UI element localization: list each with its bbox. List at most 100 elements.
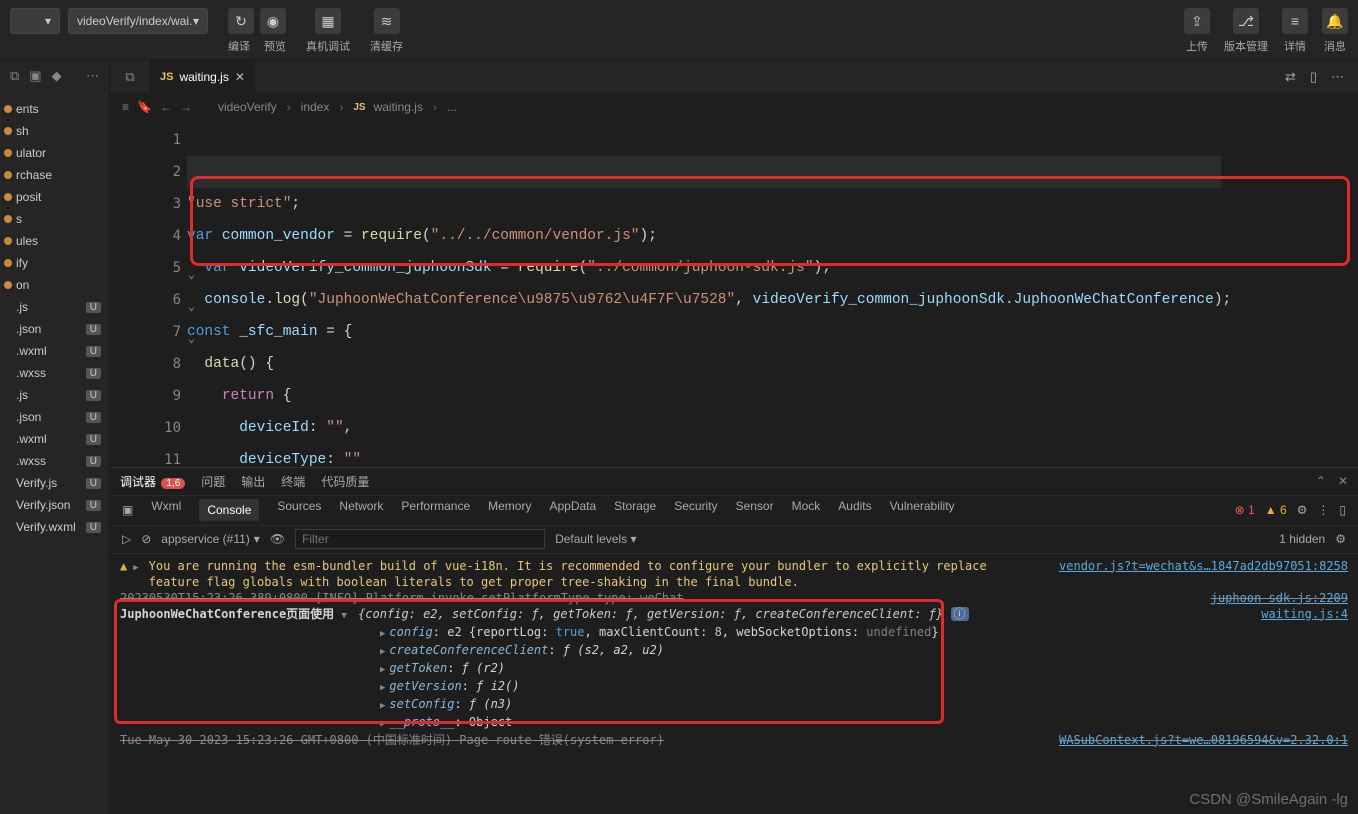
expand-icon[interactable]	[380, 661, 389, 675]
console-message: You are running the esm-bundler build of…	[149, 558, 1029, 590]
devtools-tab-performance[interactable]: Performance	[401, 499, 470, 521]
dock-icon[interactable]: ▯	[1339, 503, 1346, 517]
devtools-tab-security[interactable]: Security	[674, 499, 717, 521]
expand-icon[interactable]	[341, 607, 350, 621]
error-count[interactable]: ⊗ 1	[1235, 503, 1255, 517]
panel-close-icon[interactable]: ✕	[1338, 474, 1348, 488]
breadcrumb-item[interactable]: waiting.js	[374, 100, 423, 114]
detail-button[interactable]: ≡	[1282, 8, 1308, 34]
explorer-item[interactable]: .wxssU	[0, 450, 109, 472]
devtools-tab-storage[interactable]: Storage	[614, 499, 656, 521]
editor-tab-waiting[interactable]: JS waiting.js ✕	[150, 60, 255, 93]
explorer-item[interactable]: sh	[0, 120, 109, 142]
page-selector[interactable]: videoVerify/index/wai...▾	[68, 8, 208, 34]
source-link[interactable]: juphoon-sdk.js:2209	[1211, 590, 1348, 606]
devtools-tab-memory[interactable]: Memory	[488, 499, 531, 521]
devtools-inspect-icon[interactable]: ▣	[122, 503, 133, 517]
panel-tab-problems[interactable]: 问题	[201, 473, 225, 490]
devtools-tab-appdata[interactable]: AppData	[549, 499, 596, 521]
explorer-item[interactable]: ules	[0, 230, 109, 252]
console-output[interactable]: ▲ You are running the esm-bundler build …	[110, 554, 1358, 814]
more-icon[interactable]: ⋯	[1331, 69, 1344, 85]
message-button[interactable]: 🔔	[1322, 8, 1348, 34]
code-editor[interactable]: "use strict"; var common_vendor = requir…	[187, 120, 1231, 467]
devtools-tab-mock[interactable]: Mock	[792, 499, 821, 521]
bookmark-icon[interactable]: 🔖	[137, 100, 152, 114]
expand-icon[interactable]	[380, 643, 389, 657]
version-button[interactable]: ⎇	[1233, 8, 1259, 34]
explorer-item[interactable]: posit	[0, 186, 109, 208]
panel-tab-debugger[interactable]: 调试器 1,6	[120, 473, 185, 490]
explorer-item[interactable]: .wxmlU	[0, 340, 109, 362]
explorer-item[interactable]: .jsU	[0, 296, 109, 318]
preview-button[interactable]: ◉	[260, 8, 286, 34]
explorer-item[interactable]: Verify.jsU	[0, 472, 109, 494]
explorer-item[interactable]: .wxssU	[0, 362, 109, 384]
expand-icon[interactable]	[380, 625, 389, 639]
devtools-tab-sensor[interactable]: Sensor	[736, 499, 774, 521]
js-file-icon: JS	[160, 71, 173, 83]
explorer-item[interactable]: .jsU	[0, 384, 109, 406]
panel-collapse-icon[interactable]: ⌃	[1316, 474, 1326, 488]
devtools-tab-network[interactable]: Network	[339, 499, 383, 521]
source-link[interactable]: vendor.js?t=wechat&s…1847ad2db97051:8258	[1059, 558, 1348, 590]
breadcrumb: ≡ 🔖 ← → videoVerify index JS waiting.js …	[110, 94, 1358, 120]
eye-icon[interactable]: 👁	[270, 532, 285, 546]
compile-button[interactable]: ↻	[228, 8, 254, 34]
expand-icon[interactable]	[133, 558, 142, 590]
panel-tab-quality[interactable]: 代码质量	[321, 473, 369, 490]
devtools-tab-console[interactable]: Console	[199, 499, 259, 521]
context-selector[interactable]: appservice (#11) ▾	[161, 532, 260, 546]
warn-icon: ▲	[120, 558, 127, 590]
expand-icon[interactable]	[380, 697, 389, 711]
devtools-tab-vulnerability[interactable]: Vulnerability	[890, 499, 955, 521]
tab-gutter-icon[interactable]: ⧉	[110, 60, 150, 93]
more-icon[interactable]: ⋮	[1317, 503, 1329, 517]
filter-input[interactable]	[295, 529, 545, 549]
explorer-item[interactable]: ents	[0, 98, 109, 120]
close-tab-icon[interactable]: ✕	[235, 70, 245, 84]
remote-debug-button[interactable]: ▦	[315, 8, 341, 34]
panel-tab-output[interactable]: 输出	[241, 473, 265, 490]
explorer-item[interactable]: Verify.jsonU	[0, 494, 109, 516]
explorer-item[interactable]: rchase	[0, 164, 109, 186]
explorer-item[interactable]: .wxmlU	[0, 428, 109, 450]
platform-selector[interactable]: ▾	[10, 8, 60, 34]
breadcrumb-item[interactable]: ...	[447, 100, 457, 114]
expand-icon[interactable]	[380, 715, 389, 729]
settings-icon[interactable]: ⚙	[1335, 532, 1346, 546]
explorer-item[interactable]: .jsonU	[0, 318, 109, 340]
sidebar-more-icon[interactable]: ⋯	[86, 68, 99, 84]
explorer-item[interactable]: ulator	[0, 142, 109, 164]
clear-console-icon[interactable]: ⊘	[141, 532, 151, 546]
sidebar-icon[interactable]: ▣	[29, 68, 41, 84]
js-file-icon: JS	[353, 102, 365, 113]
forward-icon[interactable]: →	[180, 100, 192, 114]
back-icon[interactable]: ←	[160, 100, 172, 114]
explorer-item[interactable]: .jsonU	[0, 406, 109, 428]
compare-icon[interactable]: ⇄	[1285, 69, 1296, 85]
settings-icon[interactable]: ⚙	[1297, 503, 1308, 517]
explorer-item[interactable]: s	[0, 208, 109, 230]
explorer-item[interactable]: Verify.wxmlU	[0, 516, 109, 538]
split-icon[interactable]: ▯	[1310, 69, 1317, 85]
devtools-tab-wxml[interactable]: Wxml	[151, 499, 181, 521]
clear-cache-button[interactable]: ≋	[374, 8, 400, 34]
levels-selector[interactable]: Default levels ▾	[555, 532, 636, 546]
panel-tab-terminal[interactable]: 终端	[281, 473, 305, 490]
play-icon[interactable]: ▷	[122, 532, 131, 546]
devtools-tab-sources[interactable]: Sources	[277, 499, 321, 521]
explorer-item[interactable]: on	[0, 274, 109, 296]
upload-button[interactable]: ⇪	[1184, 8, 1210, 34]
sidebar-icon[interactable]: ⧉	[10, 68, 19, 84]
breadcrumb-item[interactable]: index	[301, 100, 330, 114]
sidebar-icon[interactable]: ◆	[52, 68, 62, 84]
devtools-tab-audits[interactable]: Audits	[838, 499, 871, 521]
source-link[interactable]: WASubContext.js?t=we…08196594&v=2.32.0:1	[1059, 732, 1348, 748]
expand-icon[interactable]	[380, 679, 389, 693]
warn-count[interactable]: ▲ 6	[1265, 503, 1287, 517]
list-icon[interactable]: ≡	[122, 100, 129, 114]
explorer-item[interactable]: ify	[0, 252, 109, 274]
source-link[interactable]: waiting.js:4	[1261, 606, 1348, 624]
breadcrumb-item[interactable]: videoVerify	[218, 100, 277, 114]
